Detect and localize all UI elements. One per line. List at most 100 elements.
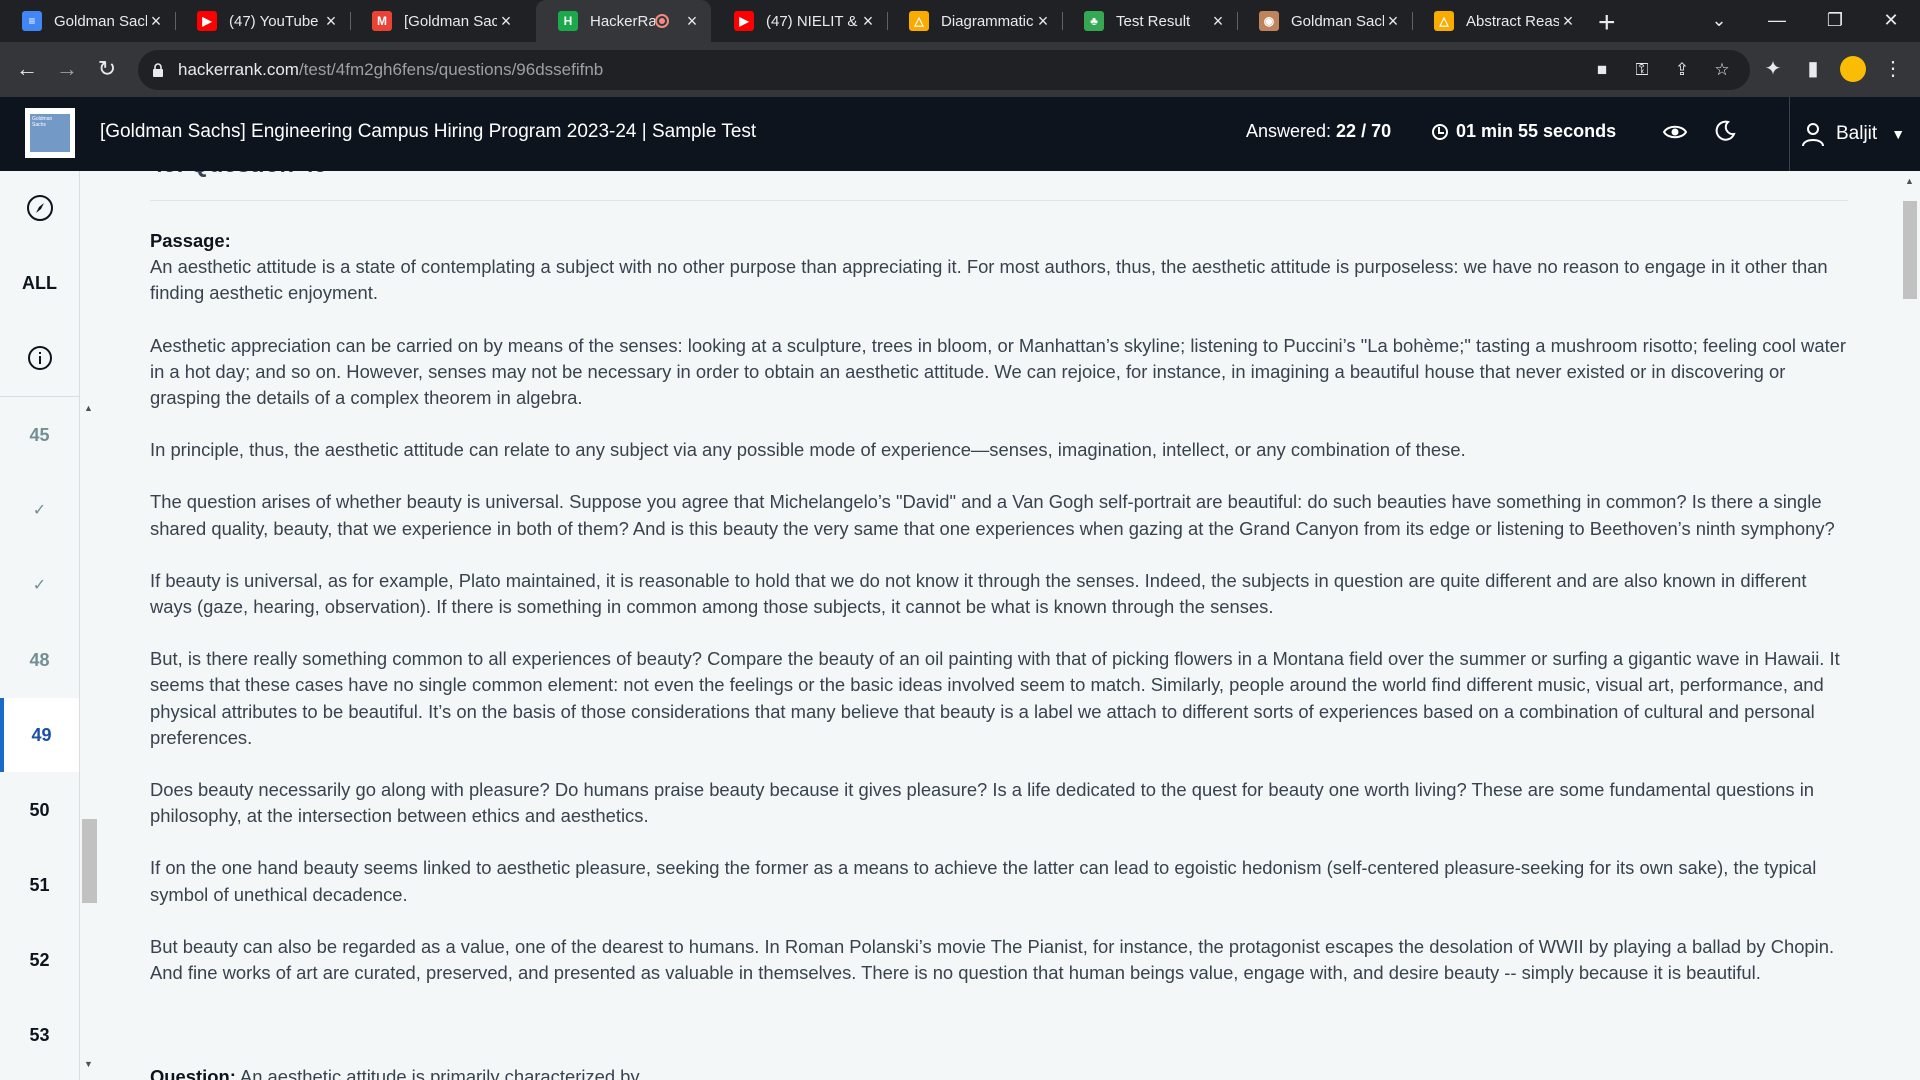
owl-icon: ◉ xyxy=(1259,11,1279,31)
tab-title: [Goldman Sac xyxy=(404,12,497,30)
restore-icon[interactable]: ❐ xyxy=(1806,0,1864,42)
passage-paragraph: Does beauty necessarily go along with pl… xyxy=(150,779,1815,827)
scroll-down-icon[interactable]: ▼ xyxy=(84,1059,93,1069)
question-nav-rail: ALL 45 ✓ ✓ 48 49 50 51 52 53 xyxy=(0,171,80,1080)
user-icon xyxy=(1802,123,1824,147)
info-icon[interactable] xyxy=(0,321,79,395)
browser-tab[interactable]: H HackerRar × xyxy=(536,0,711,42)
extensions-icon[interactable]: ✦ xyxy=(1758,54,1788,84)
passage: Passage: An aesthetic attitude is a stat… xyxy=(150,228,1850,1012)
company-logo: Goldman Sachs xyxy=(25,108,75,158)
browser-toolbar: ← → ↻ hackerrank.com/test/4fm2gh6fens/qu… xyxy=(0,42,1920,97)
rail-scroll-thumb[interactable] xyxy=(82,819,97,903)
lock-icon xyxy=(153,63,163,77)
question-item[interactable]: 48 xyxy=(0,623,79,697)
tab-title: (47) YouTube xyxy=(229,12,319,30)
tab-close-icon[interactable]: × xyxy=(1209,11,1227,32)
question-content: 49. Question 49 Passage: An aesthetic at… xyxy=(100,171,1900,1080)
tab-close-icon[interactable]: × xyxy=(1384,11,1402,32)
user-name: Baljit xyxy=(1836,123,1878,144)
passage-paragraph: If on the one hand beauty seems linked t… xyxy=(150,857,1817,905)
user-menu[interactable]: Baljit ▼ xyxy=(1800,119,1905,149)
bookmark-star-icon[interactable]: ☆ xyxy=(1710,58,1734,82)
tab-close-icon[interactable]: × xyxy=(1034,11,1052,32)
passage-paragraph: In principle, thus, the aesthetic attitu… xyxy=(150,439,1466,461)
profile-avatar[interactable] xyxy=(1840,56,1866,82)
back-icon[interactable]: ← xyxy=(12,54,42,84)
question-item-answered[interactable]: ✓ xyxy=(0,473,79,547)
question-item[interactable]: 51 xyxy=(0,848,79,922)
menu-icon[interactable]: ⋮ xyxy=(1878,54,1908,84)
warning-icon: △ xyxy=(1434,11,1454,31)
page-scroll-thumb[interactable] xyxy=(1903,201,1917,299)
rail-tools: ALL xyxy=(0,171,79,397)
browser-tab[interactable]: ≡ Goldman Sach × xyxy=(0,0,175,42)
tab-close-icon[interactable]: × xyxy=(322,11,340,32)
side-panel-icon[interactable]: ▮ xyxy=(1798,54,1828,84)
tab-title: Test Result xyxy=(1116,12,1191,30)
warning-icon: △ xyxy=(909,11,929,31)
browser-tab[interactable]: ♣ Test Result × xyxy=(1062,0,1237,42)
passage-paragraph: Aesthetic appreciation can be carried on… xyxy=(150,334,1847,409)
tab-title: Abstract Reas xyxy=(1466,12,1559,30)
question-item[interactable]: 49 xyxy=(0,698,79,772)
url-text: hackerrank.com/test/4fm2gh6fens/question… xyxy=(178,60,604,79)
camera-icon[interactable]: ■ xyxy=(1590,58,1614,82)
forward-icon[interactable]: → xyxy=(52,54,82,84)
tab-close-icon[interactable]: × xyxy=(497,11,515,32)
tab-close-icon[interactable]: × xyxy=(147,11,165,32)
tab-close-icon[interactable]: × xyxy=(683,11,701,32)
tab-search-icon[interactable]: ⌄ xyxy=(1690,0,1748,42)
browser-tab[interactable]: ▶ (47) YouTube × xyxy=(175,0,350,42)
rail-scrollbar[interactable]: ▲ ▼ xyxy=(80,399,100,1080)
passage-paragraph: The question arises of whether beauty is… xyxy=(150,491,1835,539)
browser-tab[interactable]: △ Diagrammatic × xyxy=(887,0,1062,42)
eye-icon[interactable] xyxy=(1660,119,1690,149)
tab-title: HackerRar xyxy=(590,12,655,30)
question-item[interactable]: 53 xyxy=(0,998,79,1072)
all-questions-button[interactable]: ALL xyxy=(0,246,79,320)
browser-tab[interactable]: ▶ (47) NIELIT & × xyxy=(712,0,887,42)
passage-paragraph: But, is there really something common to… xyxy=(150,648,1840,748)
browser-tab[interactable]: ◉ Goldman Sacl × xyxy=(1237,0,1412,42)
tab-close-icon[interactable]: × xyxy=(1559,11,1577,32)
hackerrank-icon: H xyxy=(558,11,578,31)
page-scroll-up-icon[interactable]: ▲ xyxy=(1905,176,1914,186)
minimize-icon[interactable]: — xyxy=(1748,0,1806,42)
tab-title: Goldman Sach xyxy=(54,12,147,30)
youtube-icon: ▶ xyxy=(734,11,754,31)
address-bar[interactable]: hackerrank.com/test/4fm2gh6fens/question… xyxy=(138,50,1750,90)
chevron-down-icon: ▼ xyxy=(1891,126,1906,142)
test-title: [Goldman Sachs] Engineering Campus Hirin… xyxy=(100,121,757,142)
docs-icon: ≡ xyxy=(22,11,42,31)
reload-icon[interactable]: ↻ xyxy=(92,54,122,84)
share-icon[interactable]: ⇪ xyxy=(1670,58,1694,82)
header-divider xyxy=(1789,97,1790,171)
scroll-up-icon[interactable]: ▲ xyxy=(84,403,93,413)
browser-tab[interactable]: M [Goldman Sac × xyxy=(350,0,525,42)
page-scrollbar[interactable]: ▲ xyxy=(1900,171,1920,1080)
heading-divider xyxy=(150,200,1848,201)
youtube-icon: ▶ xyxy=(197,11,217,31)
new-tab-button[interactable]: + xyxy=(1598,6,1616,40)
question-item[interactable]: 45 xyxy=(0,398,79,472)
passage-paragraph: An aesthetic attitude is a state of cont… xyxy=(150,256,1828,304)
browser-tab[interactable]: △ Abstract Reas × xyxy=(1412,0,1587,42)
passage-label: Passage: xyxy=(150,230,231,251)
key-icon[interactable]: ⚿ xyxy=(1630,58,1654,82)
question-item-answered[interactable]: ✓ xyxy=(0,548,79,622)
tab-title: Diagrammatic xyxy=(941,12,1034,30)
result-icon: ♣ xyxy=(1084,11,1104,31)
dark-mode-icon[interactable] xyxy=(1710,119,1740,149)
question-item[interactable]: 50 xyxy=(0,773,79,847)
tab-close-icon[interactable]: × xyxy=(859,11,877,32)
test-header: Goldman Sachs [Goldman Sachs] Engineering… xyxy=(0,97,1920,171)
gmail-icon: M xyxy=(372,11,392,31)
compass-icon[interactable] xyxy=(0,171,79,245)
question-item[interactable]: 52 xyxy=(0,923,79,997)
passage-paragraph: But beauty can also be regarded as a val… xyxy=(150,935,1835,984)
tab-title: (47) NIELIT & xyxy=(766,12,858,30)
window-close-icon[interactable]: ✕ xyxy=(1862,0,1920,42)
recording-icon xyxy=(655,14,669,28)
answered-count: Answered: 22 / 70 xyxy=(1246,121,1392,141)
